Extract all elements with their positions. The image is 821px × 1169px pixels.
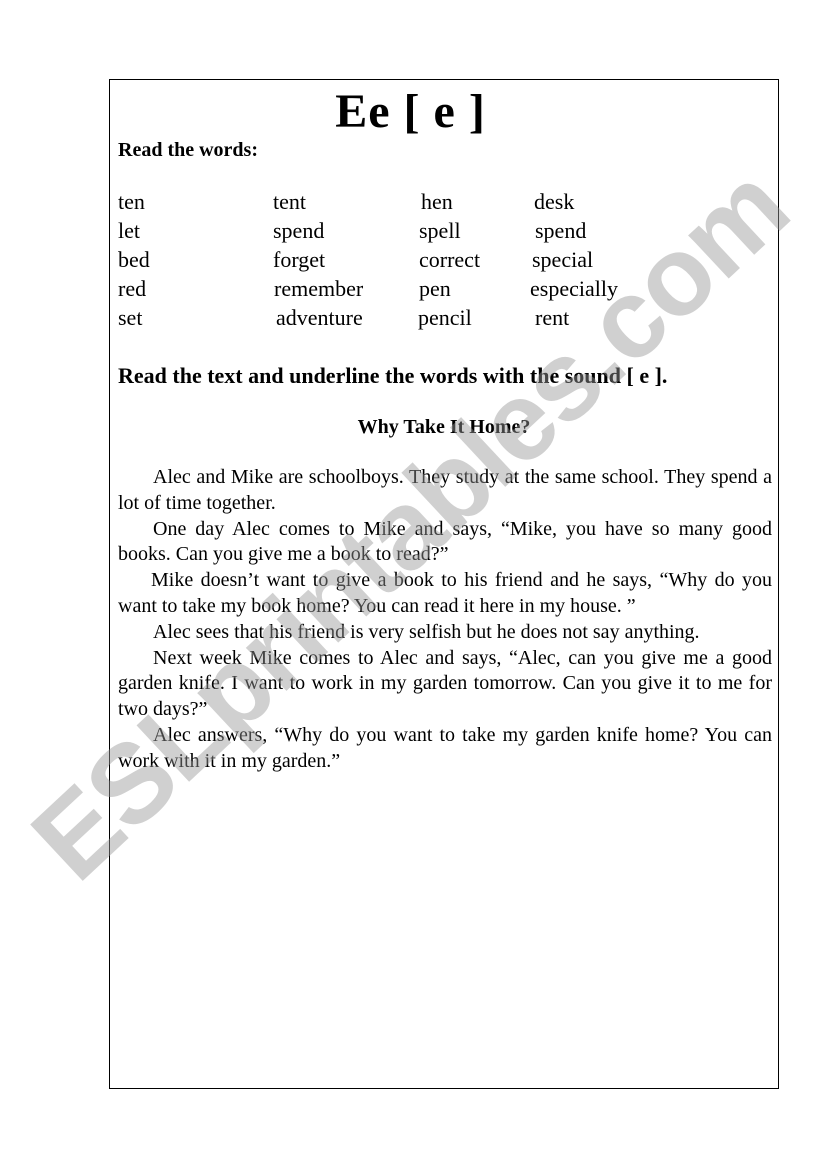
word-cell: especially: [530, 276, 618, 301]
word-cell: hen: [421, 189, 453, 214]
word-list: ten tent hen desk let spend spell spend …: [0, 187, 821, 332]
word-row: set adventure pencil rent: [0, 303, 821, 332]
story-text: Alec and Mike are schoolboys. They study…: [118, 465, 772, 775]
word-cell: correct: [419, 247, 481, 272]
word-cell: special: [532, 247, 594, 272]
word-cell: spend: [535, 218, 587, 243]
word-cell: rent: [535, 305, 570, 330]
word-cell: ten: [118, 189, 145, 214]
story-title: Why Take It Home?: [357, 416, 531, 438]
story-paragraph: Alec sees that his friend is very selfis…: [153, 620, 700, 643]
worksheet-title: Ee [ e ]: [335, 85, 486, 138]
word-cell: forget: [273, 247, 326, 272]
story-paragraph: Mike doesn’t want to give a book to his …: [118, 569, 772, 617]
word-cell: let: [118, 218, 140, 243]
word-cell: adventure: [276, 305, 363, 330]
word-cell: spend: [273, 218, 325, 243]
word-cell: bed: [118, 247, 150, 272]
story-paragraph: One day Alec comes to Mike and says, “Mi…: [118, 517, 772, 566]
word-cell: tent: [273, 189, 306, 214]
word-row: let spend spell spend: [0, 216, 821, 245]
word-cell: pen: [419, 276, 451, 301]
read-words-heading: Read the words:: [118, 139, 258, 161]
word-row: ten tent hen desk: [0, 187, 821, 216]
underline-instruction-heading: Read the text and underline the words wi…: [118, 363, 668, 388]
word-row: red remember pen especially: [0, 274, 821, 303]
word-cell: remember: [274, 276, 364, 301]
word-cell: red: [118, 276, 147, 301]
word-cell: pencil: [418, 305, 472, 330]
word-row: bed forget correct special: [0, 245, 821, 274]
story-paragraph: Next week Mike comes to Alec and says, “…: [118, 646, 772, 721]
word-cell: set: [118, 305, 143, 330]
story-paragraph: Alec answers, “Why do you want to take m…: [118, 723, 772, 772]
word-cell: desk: [534, 189, 575, 214]
story-paragraph: Alec and Mike are schoolboys. They study…: [118, 466, 772, 514]
word-cell: spell: [419, 218, 461, 243]
